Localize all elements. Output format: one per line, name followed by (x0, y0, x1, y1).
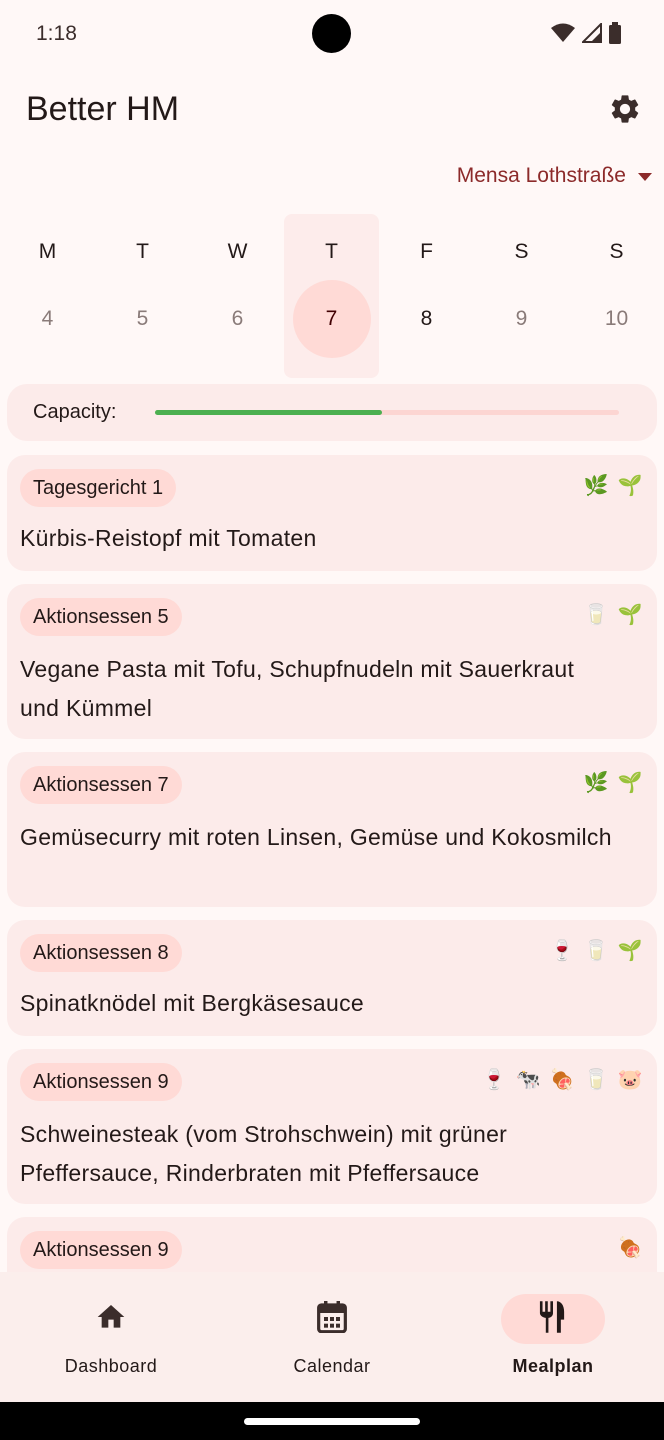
day-tuesday[interactable]: T 5 (95, 214, 190, 378)
meal-icons: 🍖 (617, 1235, 643, 1261)
mealplan-screen: 1:18 Better HM Mensa Lothstraße M 4 T 5 … (0, 0, 664, 1440)
day-wednesday[interactable]: W 6 (190, 214, 285, 378)
day-letter: S (609, 240, 624, 263)
calendar-icon (317, 1300, 347, 1338)
nav-label: Dashboard (64, 1356, 158, 1376)
nav-dashboard[interactable]: Dashboard (31, 1294, 191, 1384)
pig-icon: 🐷 (617, 1069, 643, 1091)
day-number-today: 7 (292, 280, 371, 358)
meal-card[interactable]: Aktionsessen 9 🍷 🐄 🍖 🥛 🐷 Schweinesteak (vom … (7, 1049, 657, 1204)
meal-icons: 🌿 🌱 (583, 473, 643, 499)
camera-cutout (312, 14, 351, 53)
meal-card[interactable]: Aktionsessen 7 🌿 🌱 Gemüsecurry mit roten … (7, 752, 657, 907)
signal-icon (580, 21, 602, 48)
meal-category-badge: Aktionsessen 7 (20, 766, 182, 804)
meal-name: Gemüsecurry mit roten Linsen, Gemüse und… (20, 824, 612, 850)
seedling-icon: 🌱 (617, 475, 643, 497)
meal-card[interactable]: Aktionsessen 5 🥛 🌱 Vegane Pasta mit Tofu,… (7, 584, 657, 739)
battery-icon (608, 22, 622, 49)
meal-category-badge: Aktionsessen 8 (20, 934, 182, 972)
meal-name: Schweinesteak (vom Strohschwein) mit grü… (20, 1121, 508, 1186)
app-title: Better HM (26, 90, 180, 128)
day-letter: M (38, 240, 57, 263)
day-letter: W (227, 240, 248, 263)
day-letter: S (514, 240, 529, 263)
day-friday[interactable]: F 8 (379, 214, 474, 378)
milk-icon: 🥛 (583, 604, 609, 626)
nav-mealplan[interactable]: Mealplan (473, 1294, 633, 1384)
nav-label: Calendar (293, 1356, 371, 1376)
day-number: 10 (604, 307, 629, 330)
meal-category-badge: Aktionsessen 9 (20, 1063, 182, 1101)
status-icons (550, 21, 622, 49)
capacity-progress-fill (155, 410, 383, 415)
home-gesture-bar[interactable] (244, 1418, 420, 1425)
status-bar: 1:18 (0, 0, 664, 70)
meal-icons: 🌿 🌱 (583, 770, 643, 796)
meal-card[interactable]: Aktionsessen 8 🍷 🥛 🌱 Spinatknödel mit Berg… (7, 920, 657, 1036)
meal-name: Kürbis-Reistopf mit Tomaten (20, 525, 317, 551)
capacity-label: Capacity: (33, 401, 117, 423)
meal-category-badge: Aktionsessen 5 (20, 598, 182, 636)
seedling-icon: 🌱 (617, 772, 643, 794)
herb-icon: 🌿 (583, 772, 609, 794)
day-letter: F (420, 240, 433, 263)
meat-icon: 🍖 (617, 1237, 643, 1259)
day-sunday[interactable]: S 10 (569, 214, 664, 378)
seedling-icon: 🌱 (617, 604, 643, 626)
wine-icon: 🍷 (549, 940, 575, 962)
day-number: 8 (420, 307, 433, 330)
status-time: 1:18 (36, 22, 77, 45)
meal-name: Vegane Pasta mit Tofu, Schupfnudeln mit … (20, 656, 575, 721)
day-letter: T (325, 240, 338, 263)
bottom-navigation: Dashboard Calendar Mealplan (0, 1272, 664, 1402)
cow-icon: 🐄 (515, 1069, 541, 1091)
milk-icon: 🥛 (583, 1069, 609, 1091)
caret-down-icon (638, 173, 652, 181)
meal-category-badge: Aktionsessen 9 (20, 1231, 182, 1269)
nav-label: Mealplan (512, 1356, 594, 1376)
nav-indicator-active (501, 1294, 605, 1344)
gesture-nav-area (0, 1402, 664, 1440)
day-number: 9 (515, 307, 528, 330)
meal-icons: 🍷 🐄 🍖 🥛 🐷 (481, 1067, 643, 1093)
meal-icons: 🍷 🥛 🌱 (549, 938, 643, 964)
milk-icon: 🥛 (583, 940, 609, 962)
mensa-selected-label: Mensa Lothstraße (456, 164, 626, 187)
day-monday[interactable]: M 4 (0, 214, 95, 378)
home-icon (95, 1301, 127, 1338)
wifi-icon (550, 23, 576, 48)
day-thursday-selected[interactable]: T 7 (284, 214, 379, 378)
nav-indicator (280, 1294, 384, 1344)
capacity-progress-bar (155, 410, 619, 415)
meal-name: Spinatknödel mit Bergkäsesauce (20, 990, 364, 1016)
week-selector: M 4 T 5 W 6 T 7 F 8 S 9 S 10 (0, 214, 664, 380)
day-number: 5 (136, 307, 149, 330)
utensils-icon (537, 1300, 569, 1339)
meat-icon: 🍖 (549, 1069, 575, 1091)
day-saturday[interactable]: S 9 (474, 214, 569, 378)
nav-calendar[interactable]: Calendar (252, 1294, 412, 1384)
meal-card[interactable]: Tagesgericht 1 🌿 🌱 Kürbis-Reistopf mit To… (7, 455, 657, 571)
day-number: 4 (41, 307, 54, 330)
day-letter: T (136, 240, 149, 263)
seedling-icon: 🌱 (617, 940, 643, 962)
settings-button[interactable] (604, 90, 646, 132)
herb-icon: 🌿 (583, 475, 609, 497)
gear-icon (608, 92, 642, 131)
meal-category-badge: Tagesgericht 1 (20, 469, 177, 507)
meal-icons: 🥛 🌱 (583, 602, 643, 628)
day-number: 6 (231, 307, 244, 330)
nav-indicator (59, 1294, 163, 1344)
mensa-dropdown[interactable]: Mensa Lothstraße (457, 164, 652, 188)
wine-icon: 🍷 (481, 1069, 507, 1091)
